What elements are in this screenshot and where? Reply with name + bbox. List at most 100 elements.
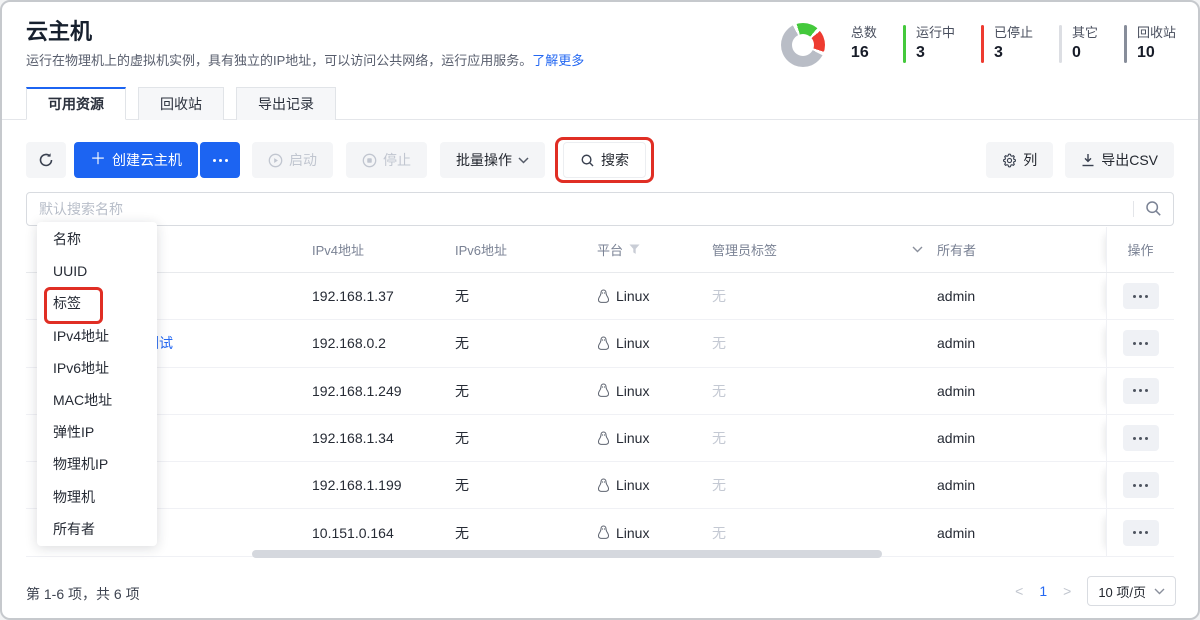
- row-actions-button[interactable]: [1123, 283, 1159, 309]
- row-actions-button[interactable]: [1123, 330, 1159, 356]
- learn-more-link[interactable]: 了解更多: [532, 53, 584, 68]
- stat-label: 运行中: [916, 22, 955, 41]
- search-submit-icon[interactable]: [1145, 200, 1162, 217]
- row-actions-button[interactable]: [1123, 378, 1159, 404]
- more-actions-button[interactable]: [200, 142, 240, 178]
- admin-tag-value: 无: [712, 286, 726, 306]
- dropdown-item[interactable]: UUID: [37, 255, 157, 287]
- search-button[interactable]: 搜索: [563, 142, 646, 178]
- create-cloud-host-button[interactable]: ＋ 创建云主机: [74, 142, 198, 178]
- instance-table: IPv4地址 IPv6地址 平台 管理员标签 所有者 操作 192.168.1.…: [26, 227, 1174, 557]
- cell-ipv4: 192.168.1.199: [312, 477, 455, 493]
- table-row: 192.168.1.249无Linux无admin: [26, 368, 1174, 415]
- prev-page-icon[interactable]: <: [1013, 583, 1025, 599]
- stat-label: 总数: [851, 22, 877, 41]
- cell-platform: Linux: [597, 525, 712, 541]
- gear-icon: [1002, 153, 1017, 168]
- ellipsis-icon: [1133, 389, 1148, 392]
- linux-penguin-icon: [597, 431, 610, 446]
- cell-owner: admin: [937, 430, 1106, 446]
- col-header-ipv6[interactable]: IPv6地址: [455, 240, 597, 259]
- export-csv-label: 导出CSV: [1101, 150, 1158, 170]
- col-header-owner[interactable]: 所有者: [937, 240, 1106, 259]
- stat-item: 已停止3: [981, 22, 1033, 63]
- batch-operations-button[interactable]: 批量操作: [440, 142, 545, 178]
- linux-penguin-icon: [597, 525, 610, 540]
- cell-ipv4: 192.168.1.34: [312, 430, 455, 446]
- table-body: 192.168.1.37无Linux无admin测试192.168.0.2无Li…: [26, 273, 1174, 557]
- tab-export-records[interactable]: 导出记录: [236, 87, 336, 120]
- linux-penguin-icon: [597, 289, 610, 304]
- stats-items: 总数16运行中3已停止3其它0回收站10: [851, 22, 1176, 63]
- dropdown-item[interactable]: 物理机IP: [37, 448, 157, 480]
- page-size-select[interactable]: 10 项/页: [1087, 576, 1176, 606]
- row-actions-button[interactable]: [1123, 472, 1159, 498]
- search-input-divider: [1133, 201, 1134, 217]
- chevron-down-icon: [518, 157, 529, 164]
- export-csv-button[interactable]: 导出CSV: [1065, 142, 1174, 178]
- stat-item: 总数16: [851, 22, 877, 63]
- next-page-icon[interactable]: >: [1061, 583, 1073, 599]
- status-donut-chart: [781, 23, 825, 67]
- chevron-down-icon: [1154, 588, 1165, 595]
- horizontal-scrollbar[interactable]: [252, 550, 882, 558]
- cell-owner: admin: [937, 288, 1106, 304]
- dropdown-item[interactable]: 弹性IP: [37, 416, 157, 448]
- stat-value: 3: [916, 44, 955, 62]
- cell-ipv6: 无: [455, 381, 597, 401]
- cloud-host-page: 云主机 运行在物理机上的虚拟机实例，具有独立的IP地址，可以访问公共网络，运行应…: [0, 0, 1200, 620]
- stop-button[interactable]: 停止: [346, 142, 427, 178]
- col-header-ipv4[interactable]: IPv4地址: [312, 240, 455, 259]
- dropdown-item[interactable]: 所有者: [37, 513, 157, 545]
- search-label: 搜索: [601, 150, 629, 170]
- dropdown-item[interactable]: IPv6地址: [37, 352, 157, 384]
- cell-actions: [1106, 415, 1174, 461]
- linux-penguin-icon: [597, 336, 610, 351]
- cell-admin-tag: 无: [712, 475, 937, 495]
- cell-ipv4: 192.168.1.249: [312, 383, 455, 399]
- linux-penguin-icon: [597, 478, 610, 493]
- search-input[interactable]: [26, 192, 1174, 226]
- col-header-admin-tag[interactable]: 管理员标签: [712, 240, 937, 259]
- dropdown-item[interactable]: 名称: [37, 223, 157, 255]
- stop-label: 停止: [383, 150, 411, 170]
- dropdown-item[interactable]: IPv4地址: [37, 320, 157, 352]
- chevron-down-icon[interactable]: [912, 246, 923, 253]
- filter-funnel-icon[interactable]: [629, 244, 640, 255]
- platform-label: Linux: [616, 525, 649, 541]
- cell-admin-tag: 无: [712, 428, 937, 448]
- platform-label: Linux: [616, 477, 649, 493]
- admin-tag-header-label: 管理员标签: [712, 240, 777, 259]
- table-header-row: IPv4地址 IPv6地址 平台 管理员标签 所有者 操作: [26, 227, 1174, 273]
- ellipsis-icon: [1133, 531, 1148, 534]
- cell-ipv6: 无: [455, 475, 597, 495]
- row-actions-button[interactable]: [1123, 520, 1159, 546]
- search-filter-dropdown: 名称UUID标签IPv4地址IPv6地址MAC地址弹性IP物理机IP物理机所有者: [37, 222, 157, 546]
- tab-available-resources[interactable]: 可用资源: [26, 87, 126, 120]
- tab-recycle-bin[interactable]: 回收站: [138, 87, 224, 120]
- columns-button[interactable]: 列: [986, 142, 1053, 178]
- cell-ipv6: 无: [455, 286, 597, 306]
- cell-actions: [1106, 320, 1174, 366]
- ellipsis-icon: [1133, 437, 1148, 440]
- dropdown-item[interactable]: MAC地址: [37, 384, 157, 416]
- tab-bar: 可用资源 回收站 导出记录: [2, 86, 1198, 120]
- refresh-button[interactable]: [26, 142, 66, 178]
- ellipsis-icon: [1133, 484, 1148, 487]
- dropdown-item[interactable]: 标签: [37, 287, 157, 319]
- stat-value: 10: [1137, 44, 1176, 62]
- dropdown-item[interactable]: 物理机: [37, 481, 157, 513]
- col-header-platform[interactable]: 平台: [597, 240, 712, 259]
- start-button[interactable]: 启动: [252, 142, 333, 178]
- cell-platform: Linux: [597, 430, 712, 446]
- stop-circle-icon: [362, 153, 377, 168]
- cell-admin-tag: 无: [712, 333, 937, 353]
- table-row: 测试192.168.0.2无Linux无admin: [26, 320, 1174, 367]
- page-number[interactable]: 1: [1039, 583, 1047, 599]
- row-actions-button[interactable]: [1123, 425, 1159, 451]
- col-header-actions: 操作: [1106, 227, 1174, 272]
- download-icon: [1081, 153, 1095, 167]
- status-stats: 总数16运行中3已停止3其它0回收站10: [781, 22, 1176, 67]
- cell-owner: admin: [937, 525, 1106, 541]
- table-row: 192.168.1.34无Linux无admin: [26, 415, 1174, 462]
